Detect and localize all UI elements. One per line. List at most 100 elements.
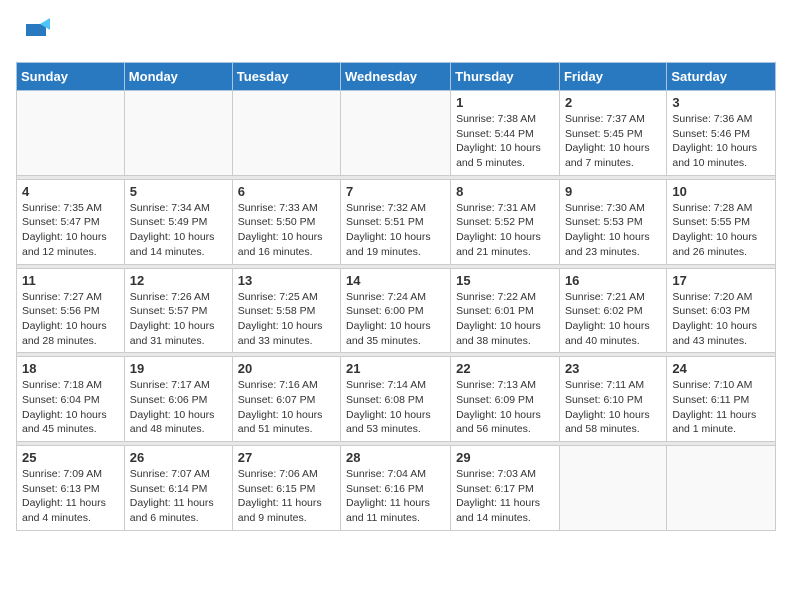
calendar-cell: 12 Sunrise: 7:26 AM Sunset: 5:57 PM Dayli… bbox=[124, 268, 232, 353]
calendar-cell: 6Sunrise: 7:33 AM Sunset: 5:50 PM Daylig… bbox=[232, 179, 340, 264]
day-number: 12 bbox=[130, 273, 227, 288]
calendar-header-thursday: Thursday bbox=[451, 63, 560, 91]
day-info: Sunrise: 7:17 AM Sunset: 6:06 PM Dayligh… bbox=[130, 378, 227, 437]
page-header bbox=[16, 16, 776, 54]
day-number: 9 bbox=[565, 184, 661, 199]
day-number: 19 bbox=[130, 361, 227, 376]
calendar-cell: 23 Sunrise: 7:11 AM Sunset: 6:10 PM Dayli… bbox=[559, 357, 666, 442]
calendar-cell: 27 Sunrise: 7:06 AM Sunset: 6:15 PM Dayli… bbox=[232, 446, 340, 531]
day-number: 17 bbox=[672, 273, 770, 288]
day-info: Sunrise: 7:30 AM Sunset: 5:53 PM Dayligh… bbox=[565, 201, 661, 260]
day-info: Sunrise: 7:10 AM Sunset: 6:11 PM Dayligh… bbox=[672, 378, 770, 437]
calendar-cell: 2 Sunrise: 7:37 AM Sunset: 5:45 PM Daylig… bbox=[559, 91, 666, 176]
calendar-cell: 21 Sunrise: 7:14 AM Sunset: 6:08 PM Dayli… bbox=[341, 357, 451, 442]
calendar-cell: 16 Sunrise: 7:21 AM Sunset: 6:02 PM Dayli… bbox=[559, 268, 666, 353]
day-number: 14 bbox=[346, 273, 445, 288]
day-info: Sunrise: 7:07 AM Sunset: 6:14 PM Dayligh… bbox=[130, 467, 227, 526]
day-info: Sunrise: 7:09 AM Sunset: 6:13 PM Dayligh… bbox=[22, 467, 119, 526]
calendar-table: SundayMondayTuesdayWednesdayThursdayFrid… bbox=[16, 62, 776, 531]
calendar-header-row: SundayMondayTuesdayWednesdayThursdayFrid… bbox=[17, 63, 776, 91]
day-number: 22 bbox=[456, 361, 554, 376]
calendar-cell: 24 Sunrise: 7:10 AM Sunset: 6:11 PM Dayli… bbox=[667, 357, 776, 442]
day-number: 27 bbox=[238, 450, 335, 465]
calendar-header-sunday: Sunday bbox=[17, 63, 125, 91]
day-number: 6 bbox=[238, 184, 335, 199]
day-number: 1 bbox=[456, 95, 554, 110]
logo-icon bbox=[18, 16, 50, 48]
day-number: 7 bbox=[346, 184, 445, 199]
logo bbox=[16, 16, 50, 54]
day-info: Sunrise: 7:37 AM Sunset: 5:45 PM Dayligh… bbox=[565, 112, 661, 171]
calendar-week-row: 1Sunrise: 7:38 AM Sunset: 5:44 PM Daylig… bbox=[17, 91, 776, 176]
day-info: Sunrise: 7:32 AM Sunset: 5:51 PM Dayligh… bbox=[346, 201, 445, 260]
calendar-cell bbox=[667, 446, 776, 531]
day-info: Sunrise: 7:04 AM Sunset: 6:16 PM Dayligh… bbox=[346, 467, 445, 526]
day-info: Sunrise: 7:36 AM Sunset: 5:46 PM Dayligh… bbox=[672, 112, 770, 171]
day-info: Sunrise: 7:13 AM Sunset: 6:09 PM Dayligh… bbox=[456, 378, 554, 437]
calendar-cell: 25 Sunrise: 7:09 AM Sunset: 6:13 PM Dayli… bbox=[17, 446, 125, 531]
day-number: 20 bbox=[238, 361, 335, 376]
day-number: 10 bbox=[672, 184, 770, 199]
calendar-cell: 1Sunrise: 7:38 AM Sunset: 5:44 PM Daylig… bbox=[451, 91, 560, 176]
calendar-cell: 11Sunrise: 7:27 AM Sunset: 5:56 PM Dayli… bbox=[17, 268, 125, 353]
day-number: 2 bbox=[565, 95, 661, 110]
day-number: 13 bbox=[238, 273, 335, 288]
calendar-cell: 19 Sunrise: 7:17 AM Sunset: 6:06 PM Dayli… bbox=[124, 357, 232, 442]
calendar-cell: 20 Sunrise: 7:16 AM Sunset: 6:07 PM Dayli… bbox=[232, 357, 340, 442]
day-number: 24 bbox=[672, 361, 770, 376]
day-number: 25 bbox=[22, 450, 119, 465]
calendar-header-wednesday: Wednesday bbox=[341, 63, 451, 91]
calendar-cell: 22 Sunrise: 7:13 AM Sunset: 6:09 PM Dayli… bbox=[451, 357, 560, 442]
calendar-header-monday: Monday bbox=[124, 63, 232, 91]
day-number: 28 bbox=[346, 450, 445, 465]
day-number: 8 bbox=[456, 184, 554, 199]
calendar-header-tuesday: Tuesday bbox=[232, 63, 340, 91]
calendar-cell: 5 Sunrise: 7:34 AM Sunset: 5:49 PM Daylig… bbox=[124, 179, 232, 264]
calendar-cell: 10 Sunrise: 7:28 AM Sunset: 5:55 PM Dayli… bbox=[667, 179, 776, 264]
calendar-header-saturday: Saturday bbox=[667, 63, 776, 91]
day-info: Sunrise: 7:22 AM Sunset: 6:01 PM Dayligh… bbox=[456, 290, 554, 349]
day-info: Sunrise: 7:03 AM Sunset: 6:17 PM Dayligh… bbox=[456, 467, 554, 526]
day-number: 29 bbox=[456, 450, 554, 465]
day-number: 18 bbox=[22, 361, 119, 376]
calendar-cell: 18Sunrise: 7:18 AM Sunset: 6:04 PM Dayli… bbox=[17, 357, 125, 442]
day-info: Sunrise: 7:24 AM Sunset: 6:00 PM Dayligh… bbox=[346, 290, 445, 349]
calendar-cell: 14 Sunrise: 7:24 AM Sunset: 6:00 PM Dayli… bbox=[341, 268, 451, 353]
logo-text bbox=[16, 16, 50, 54]
day-number: 21 bbox=[346, 361, 445, 376]
calendar-header-friday: Friday bbox=[559, 63, 666, 91]
calendar-cell: 7 Sunrise: 7:32 AM Sunset: 5:51 PM Daylig… bbox=[341, 179, 451, 264]
day-info: Sunrise: 7:11 AM Sunset: 6:10 PM Dayligh… bbox=[565, 378, 661, 437]
day-info: Sunrise: 7:14 AM Sunset: 6:08 PM Dayligh… bbox=[346, 378, 445, 437]
calendar-cell: 8Sunrise: 7:31 AM Sunset: 5:52 PM Daylig… bbox=[451, 179, 560, 264]
day-info: Sunrise: 7:21 AM Sunset: 6:02 PM Dayligh… bbox=[565, 290, 661, 349]
calendar-cell: 15 Sunrise: 7:22 AM Sunset: 6:01 PM Dayli… bbox=[451, 268, 560, 353]
calendar-cell: 17 Sunrise: 7:20 AM Sunset: 6:03 PM Dayli… bbox=[667, 268, 776, 353]
calendar-cell: 3 Sunrise: 7:36 AM Sunset: 5:46 PM Daylig… bbox=[667, 91, 776, 176]
day-info: Sunrise: 7:25 AM Sunset: 5:58 PM Dayligh… bbox=[238, 290, 335, 349]
day-number: 3 bbox=[672, 95, 770, 110]
day-info: Sunrise: 7:28 AM Sunset: 5:55 PM Dayligh… bbox=[672, 201, 770, 260]
calendar-cell bbox=[559, 446, 666, 531]
day-info: Sunrise: 7:34 AM Sunset: 5:49 PM Dayligh… bbox=[130, 201, 227, 260]
day-number: 15 bbox=[456, 273, 554, 288]
day-number: 4 bbox=[22, 184, 119, 199]
calendar-week-row: 18Sunrise: 7:18 AM Sunset: 6:04 PM Dayli… bbox=[17, 357, 776, 442]
calendar-cell: 9 Sunrise: 7:30 AM Sunset: 5:53 PM Daylig… bbox=[559, 179, 666, 264]
calendar-cell bbox=[124, 91, 232, 176]
calendar-week-row: 4 Sunrise: 7:35 AM Sunset: 5:47 PM Daylig… bbox=[17, 179, 776, 264]
day-info: Sunrise: 7:06 AM Sunset: 6:15 PM Dayligh… bbox=[238, 467, 335, 526]
calendar-cell bbox=[341, 91, 451, 176]
calendar-cell bbox=[17, 91, 125, 176]
day-info: Sunrise: 7:20 AM Sunset: 6:03 PM Dayligh… bbox=[672, 290, 770, 349]
day-number: 23 bbox=[565, 361, 661, 376]
calendar-cell: 29 Sunrise: 7:03 AM Sunset: 6:17 PM Dayli… bbox=[451, 446, 560, 531]
calendar-cell: 13 Sunrise: 7:25 AM Sunset: 5:58 PM Dayli… bbox=[232, 268, 340, 353]
day-number: 16 bbox=[565, 273, 661, 288]
day-info: Sunrise: 7:35 AM Sunset: 5:47 PM Dayligh… bbox=[22, 201, 119, 260]
calendar-week-row: 25 Sunrise: 7:09 AM Sunset: 6:13 PM Dayli… bbox=[17, 446, 776, 531]
day-number: 5 bbox=[130, 184, 227, 199]
day-number: 26 bbox=[130, 450, 227, 465]
day-info: Sunrise: 7:26 AM Sunset: 5:57 PM Dayligh… bbox=[130, 290, 227, 349]
day-info: Sunrise: 7:16 AM Sunset: 6:07 PM Dayligh… bbox=[238, 378, 335, 437]
